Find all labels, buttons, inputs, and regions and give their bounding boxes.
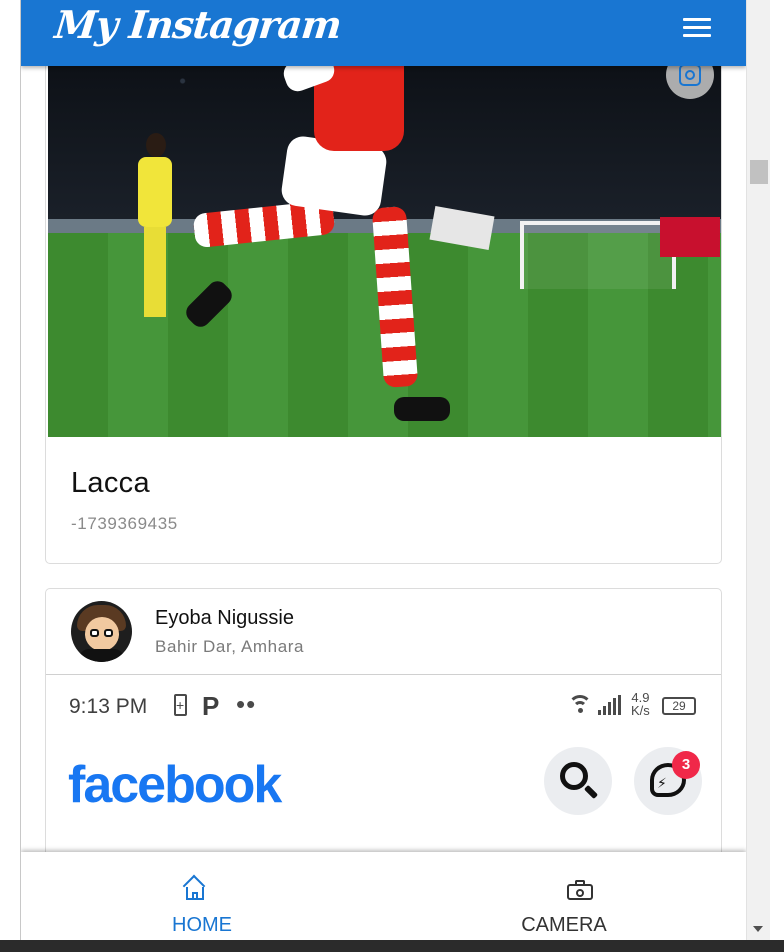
nav-label-home: HOME [172,914,232,936]
taskbar-strip [0,940,784,952]
vertical-scrollbar[interactable] [746,0,770,940]
battery-saver-icon [174,694,187,716]
home-icon [182,874,207,900]
avatar[interactable] [71,601,132,662]
wifi-icon [568,695,592,715]
scrollbar-thumb[interactable] [750,160,768,184]
battery-level: 29 [662,697,696,715]
app-title: My Instagram [52,2,344,47]
nav-item-home[interactable]: HOME [21,852,383,940]
network-speed: 4.9 K/s [631,690,650,718]
search-icon [544,747,612,815]
messenger-icon: ⚡ 3 [634,747,702,815]
notification-badge: 3 [672,751,700,779]
status-time: 9:13 PM [69,695,148,718]
post-card: Lacca -1739369435 [45,20,722,564]
app-viewport: My Instagram Lacca -1739369435 Eyoba Nig… [21,0,746,940]
nav-item-camera[interactable]: CAMERA [383,852,745,940]
window-right-margin [770,0,784,952]
post-image [48,21,721,437]
window-left-margin [0,0,21,952]
post-card: Eyoba Nigussie Bahir Dar, Amhara 9:13 PM… [45,588,722,888]
post-subtitle: -1739369435 [71,514,178,533]
scroll-down-arrow-icon[interactable] [753,926,763,932]
hamburger-menu-icon[interactable] [683,18,711,38]
camera-icon [567,880,593,900]
facebook-logo: facebook [68,756,282,814]
p-badge: P [202,691,220,721]
bottom-navigation: HOME CAMERA [21,852,746,940]
post-location: Bahir Dar, Amhara [155,637,305,656]
notification-dots: •• [236,689,257,719]
signal-icon [598,695,622,715]
post-title: Lacca [71,467,150,499]
post-author-name[interactable]: Eyoba Nigussie [155,607,294,630]
nav-label-camera: CAMERA [521,914,607,936]
app-bar: My Instagram [21,0,746,66]
